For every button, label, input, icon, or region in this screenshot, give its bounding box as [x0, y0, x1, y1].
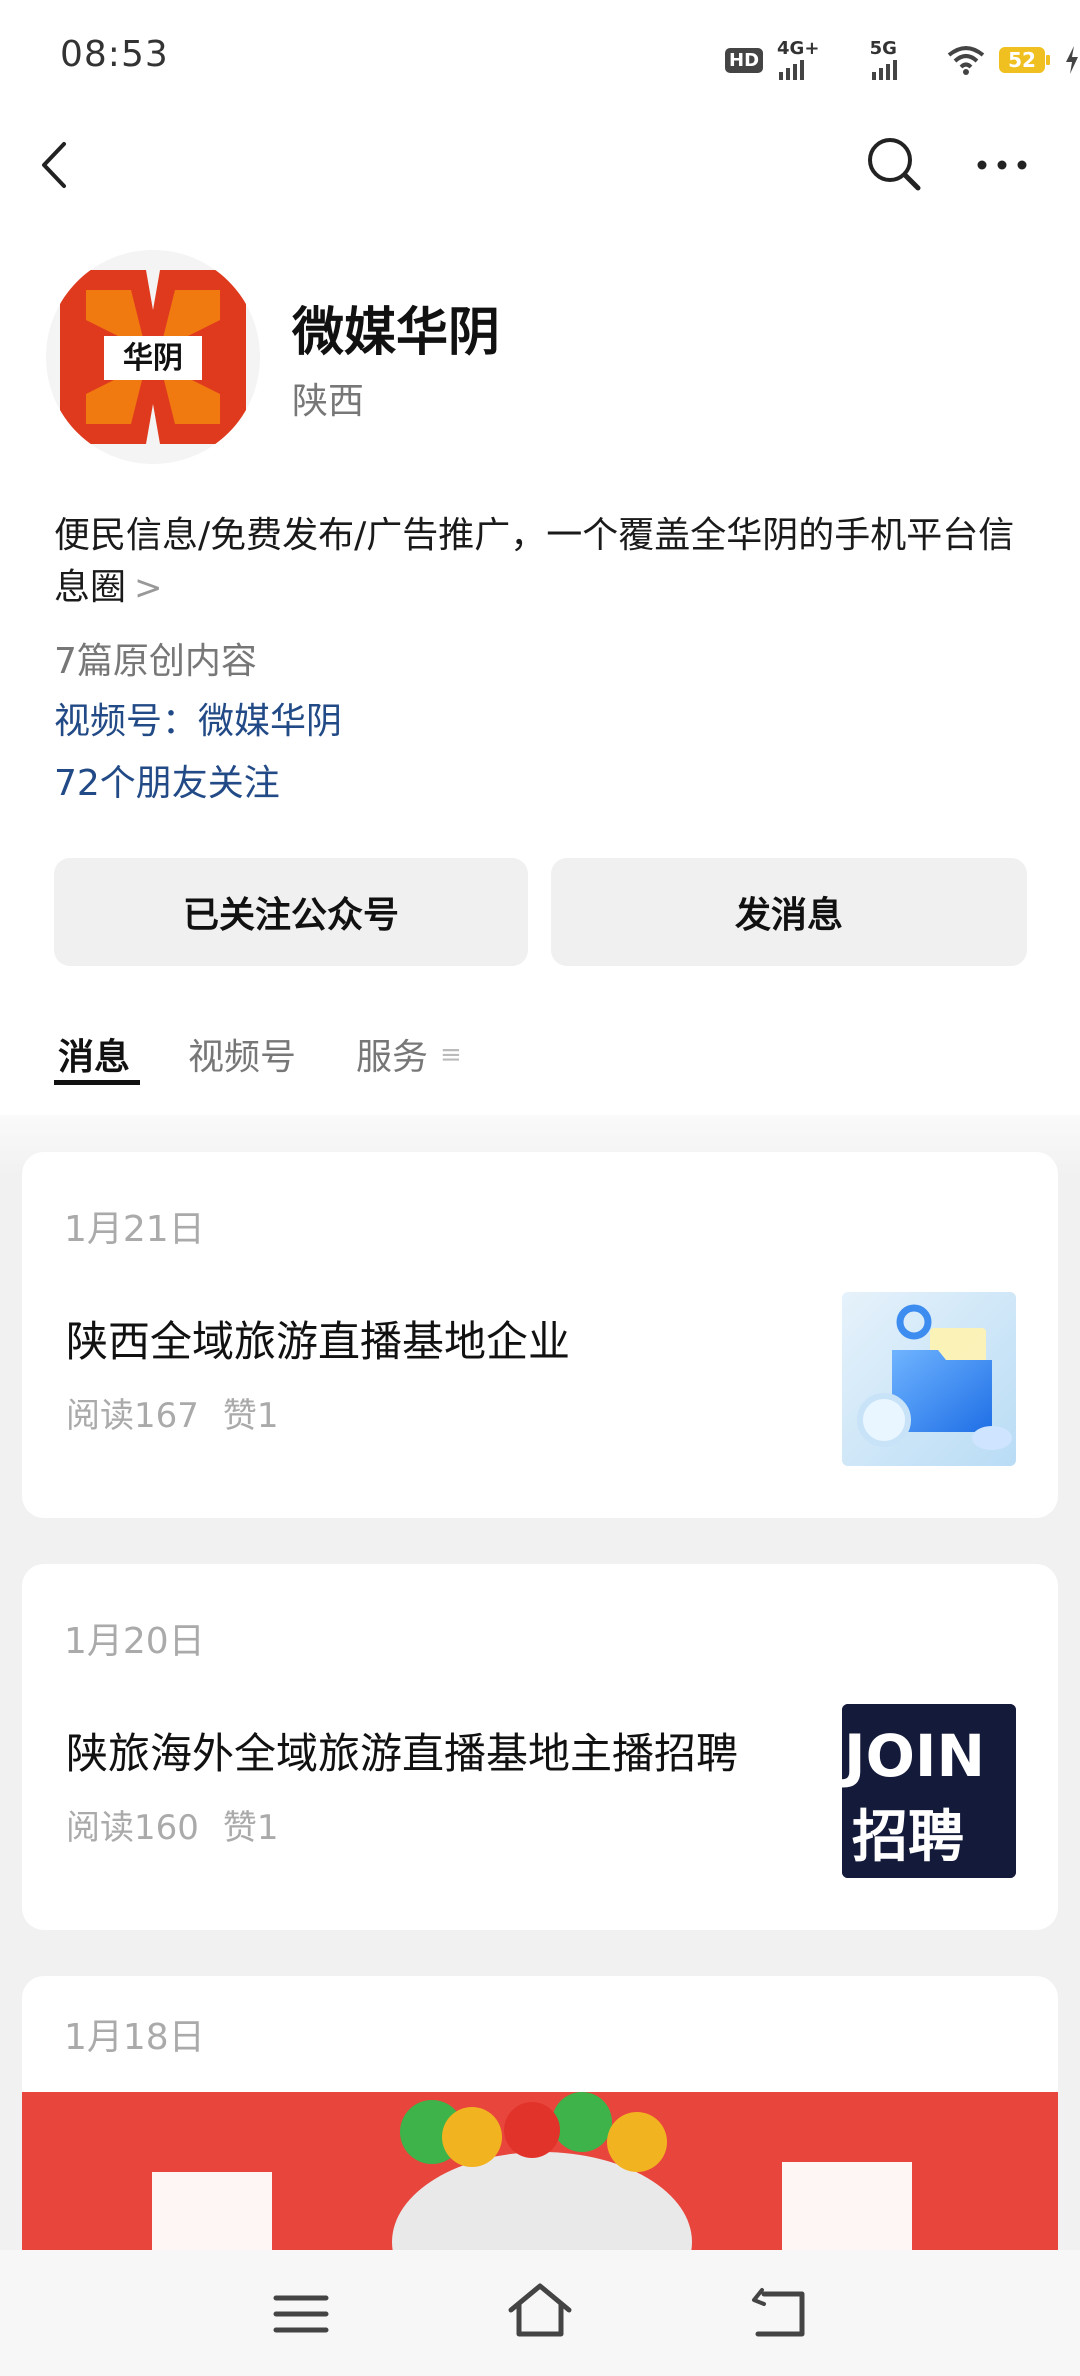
status-icons: HD 4G+ 5G 52 — [725, 38, 1080, 82]
avatar[interactable]: 华阴 — [46, 250, 260, 464]
back-icon[interactable] — [30, 140, 80, 190]
menu-icon[interactable] — [268, 2286, 334, 2342]
svg-text:招聘: 招聘 — [852, 1805, 964, 1870]
send-message-button[interactable]: 发消息 — [551, 858, 1027, 966]
followed-button[interactable]: 已关注公众号 — [54, 858, 528, 966]
original-count: 7篇原创内容 — [54, 641, 257, 682]
post-date: 1月20日 — [64, 1621, 205, 1662]
account-name: 微媒华阴 — [292, 303, 501, 363]
friends-following-link[interactable]: 72个朋友关注 — [54, 754, 280, 806]
post-stats: 阅读160 赞1 — [66, 1800, 279, 1849]
home-icon[interactable] — [505, 2278, 575, 2342]
channel-label: 视频号： — [54, 701, 199, 742]
more-icon[interactable] — [972, 140, 1032, 190]
post-thumbnail: JOIN 招聘 — [842, 1704, 1016, 1878]
post-card[interactable]: 1月20日 陕旅海外全域旅游直播基地主播招聘 阅读160 赞1 JOIN 招聘 — [22, 1564, 1058, 1930]
tab-messages[interactable]: 消息 — [58, 1028, 130, 1080]
status-time: 08:53 — [60, 34, 169, 75]
post-thumbnail — [842, 1292, 1016, 1466]
tab-channels[interactable]: 视频号 — [188, 1028, 296, 1080]
tab-services[interactable]: 服务 — [356, 1028, 428, 1080]
svg-text:华阴: 华阴 — [123, 341, 183, 376]
hd-icon: HD — [725, 47, 764, 73]
channel-name: 微媒华阴 — [198, 701, 343, 742]
active-tab-indicator — [54, 1080, 140, 1085]
read-count: 阅读160 — [66, 1808, 199, 1848]
post-date: 1月18日 — [64, 2017, 205, 2058]
post-card[interactable]: 1月18日 — [22, 1976, 1058, 2296]
account-description[interactable]: 便民信息/免费发布/广告推广，一个覆盖全华阴的手机平台信息圈 > — [54, 510, 1044, 614]
network-5g-icon: 5G — [870, 40, 934, 80]
wifi-icon — [947, 46, 985, 75]
search-icon[interactable] — [864, 134, 924, 194]
post-card[interactable]: 1月21日 陕西全域旅游直播基地企业 阅读167 赞1 — [22, 1152, 1058, 1518]
avatar-logo-icon: 华阴 — [46, 250, 260, 464]
return-icon[interactable] — [748, 2286, 812, 2342]
read-count: 阅读167 — [66, 1396, 199, 1436]
chevron-right-icon: > — [134, 568, 163, 608]
folder-illustration-icon — [842, 1292, 1016, 1466]
description-text: 便民信息/免费发布/广告推广，一个覆盖全华阴的手机平台信息圈 — [54, 515, 1015, 608]
like-count: 赞1 — [222, 1396, 279, 1436]
svg-text:JOIN: JOIN — [842, 1722, 985, 1790]
post-title: 陕旅海外全域旅游直播基地主播招聘 — [66, 1729, 739, 1778]
account-region: 陕西 — [292, 381, 365, 422]
post-title: 陕西全域旅游直播基地企业 — [66, 1317, 571, 1366]
services-menu-icon: ≡ — [440, 1040, 462, 1070]
network-4g-icon: 4G+ — [777, 40, 856, 80]
post-stats: 阅读167 赞1 — [66, 1388, 279, 1437]
battery-icon: 52 — [999, 47, 1051, 73]
charging-icon — [1066, 46, 1079, 74]
post-date: 1月21日 — [64, 1209, 205, 1250]
channel-link[interactable]: 视频号：微媒华阴 — [54, 692, 342, 744]
like-count: 赞1 — [222, 1808, 279, 1848]
